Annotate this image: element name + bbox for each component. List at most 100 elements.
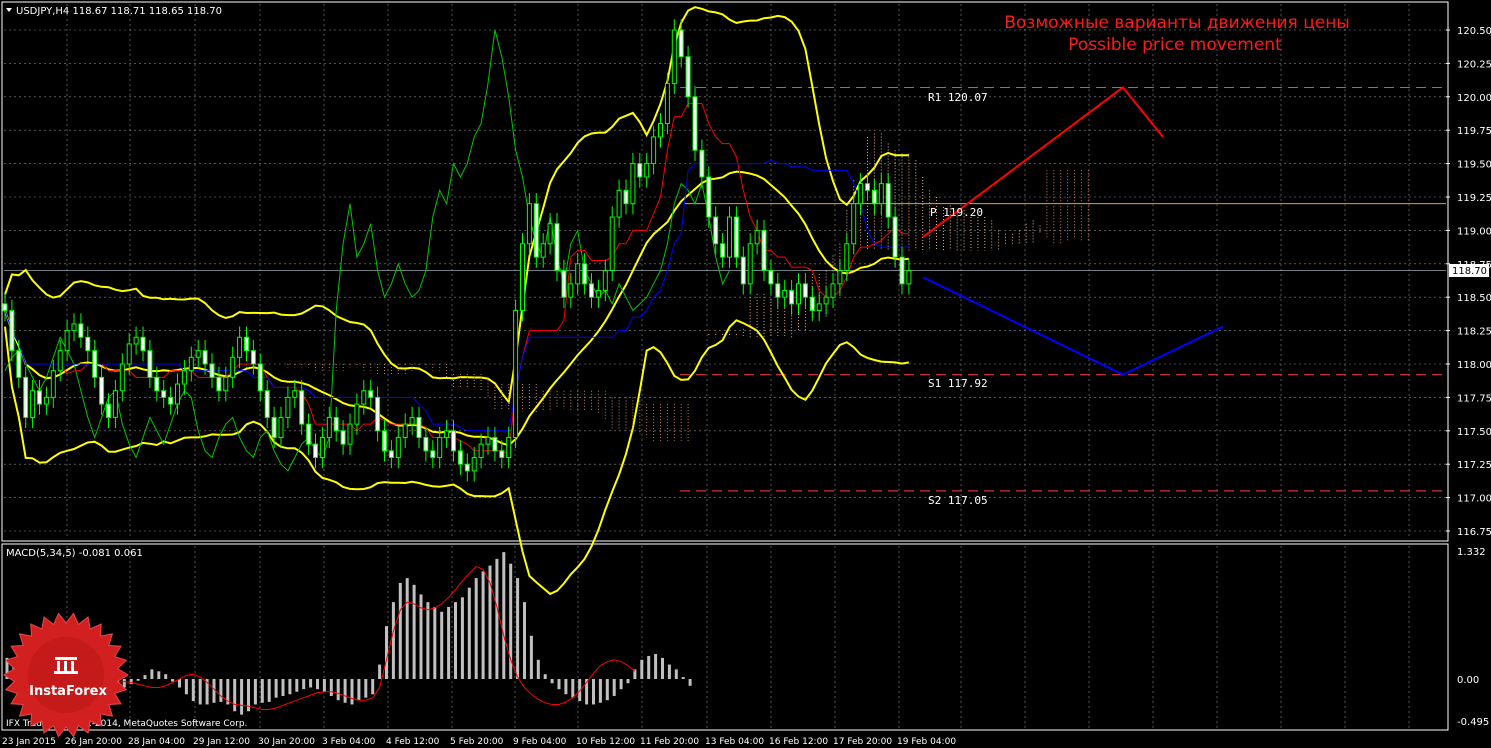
candle-bull [181,370,187,385]
price-tick-label: 116.75 [1457,527,1491,538]
candle-bear [713,216,719,245]
candle-bear [865,183,870,191]
r1-label: R1 120.07 [928,91,988,104]
candle-bull [547,223,553,245]
macd-bar [267,679,271,702]
macd-bar [150,669,154,679]
candle-bear [202,350,208,365]
candle-bull [602,269,608,292]
macd-bar [543,674,547,679]
candle-bear [271,416,277,438]
candle-bull [278,416,284,438]
candle-bear [244,336,249,352]
candle-bull [237,336,243,358]
time-tick-label: 23 Jan 2015 [2,737,56,747]
candle-bear [37,390,42,405]
main-pane-border [1,1,1449,542]
candle-bear [775,283,781,298]
macd-bar [405,578,409,679]
macd-bar [481,571,485,679]
macd-bar [198,679,202,705]
macd-bar [598,679,602,703]
candle-bear [85,336,91,352]
candle-bear [899,256,905,285]
macd-bar [350,679,354,705]
time-tick-label: 5 Feb 20:00 [450,737,504,747]
macd-tick-label: -0.495 [1457,717,1489,728]
candle-bull [402,423,408,438]
price-tick-label: 118.50 [1457,293,1491,304]
macd-bar [157,671,161,679]
candle-bear [871,189,877,205]
candle-bull [520,243,525,312]
ichimoku-cloud [246,133,1089,443]
candle-bear [99,376,105,405]
candle-bear [23,376,29,418]
price-tick-label: 120.50 [1457,26,1491,37]
kijun-line [4,159,909,432]
candle-bear [885,183,891,218]
macd-bar [398,582,402,679]
candle-bear [451,430,456,452]
candle-bear [154,376,160,392]
candle-bear [106,403,111,418]
macd-bar [281,679,285,696]
candle-bear [582,263,588,285]
candle-bull [506,436,512,459]
candle-bull [409,416,415,425]
time-tick-label: 13 Feb 04:00 [705,737,764,747]
candle-bear [678,29,684,58]
candle-bull [175,383,180,405]
candle-bull [816,303,822,312]
candle-bear [264,390,270,418]
candle-bear [368,390,374,398]
candle-bull [133,336,139,345]
candle-bear [789,290,795,305]
candle-bear [706,176,712,218]
macd-pane-border [1,543,1449,731]
candle-bear [340,430,346,445]
candle-bull [223,376,229,392]
candle-bull [858,183,864,205]
macd-bar [295,679,299,692]
candle-bull [823,296,829,305]
candle-bull [727,216,732,258]
candle-bull [395,436,401,459]
macd-bar [219,679,223,702]
candle-bear [416,416,422,438]
macd-bar [626,679,630,684]
candle-bear [16,350,22,378]
dropdown-triangle-icon[interactable] [6,8,12,12]
macd-tick-label: 0.00 [1457,675,1479,686]
ichimoku-lines [4,29,909,472]
price-tick-label: 119.75 [1457,126,1491,137]
macd-bar [316,679,319,690]
macd-bar [667,664,671,679]
macd-bar [191,679,195,702]
candle-bull [644,163,650,178]
s2-label: S2 117.05 [928,494,988,507]
macd-bar [253,679,257,705]
candle-bear [9,310,15,352]
candle-bull [50,370,56,398]
time-tick-label: 26 Jan 20:00 [65,737,122,747]
macd-bar [357,679,361,701]
macd-bar [364,679,368,698]
price-tick-label: 119.50 [1457,160,1491,171]
candle-bear [250,350,256,365]
candle-bear [306,423,312,445]
candle-bear [2,303,8,312]
macd-bar [612,679,616,696]
macd-bar [412,584,416,679]
candle-bull [30,390,36,418]
macd-bar [571,679,575,698]
macd-bar [454,602,457,679]
candle-bear [733,216,739,258]
s1-label: S1 117.92 [928,377,988,390]
candle-bear [692,96,698,151]
candle-bear [333,416,339,432]
macd-bar [447,606,451,679]
time-tick-label: 9 Feb 04:00 [513,737,567,747]
band-middle [4,170,910,447]
symbol-header: USDJPY,H4 118.67 118.71 118.65 118.70 [16,6,222,17]
